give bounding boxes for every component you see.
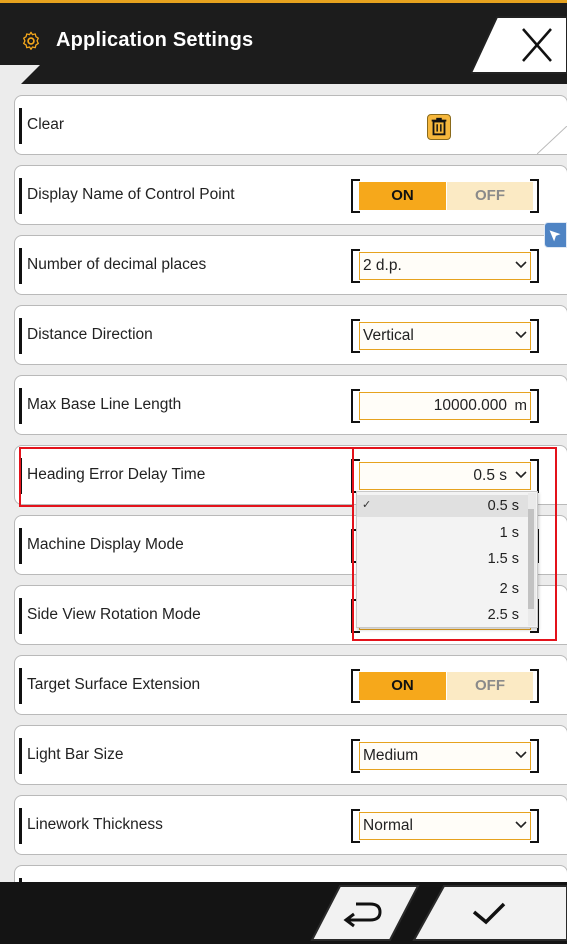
setting-label: Machine Display Mode — [27, 536, 184, 553]
setting-label: Number of decimal places — [27, 256, 207, 273]
settings-list: Clear Display Name of Control Point ON O… — [0, 84, 567, 882]
row-marker — [19, 178, 22, 214]
close-button[interactable] — [471, 11, 567, 77]
row-corner — [537, 126, 567, 154]
input-value: 10000.000 — [433, 397, 507, 414]
heading-error-select[interactable]: 0.5 s — [351, 459, 539, 493]
select-value: Vertical — [363, 327, 414, 344]
footer-bar — [0, 882, 567, 944]
row-marker — [19, 318, 22, 354]
setting-label: Light Bar Size — [27, 746, 124, 763]
toggle-on-button[interactable]: ON — [359, 672, 446, 700]
max-base-line-input[interactable]: 10000.000 m — [351, 389, 539, 423]
toggle-off-button[interactable]: OFF — [447, 672, 533, 700]
side-panel-handle[interactable] — [544, 222, 567, 248]
row-marker — [19, 808, 22, 844]
setting-row-clear: Clear — [14, 95, 567, 155]
heading-error-dropdown-list: ✓ 0.5 s 1 s 1.5 s 2 s 2.5 s — [356, 491, 538, 628]
setting-label: Heading Error Delay Time — [27, 466, 206, 483]
setting-row-partial — [14, 865, 567, 882]
display-name-toggle[interactable]: ON OFF — [351, 179, 539, 213]
setting-row-linework: Linework Thickness Normal — [14, 795, 567, 855]
dropdown-option[interactable]: 1 s — [357, 522, 529, 544]
dropdown-option[interactable]: 2 s — [357, 578, 529, 600]
distance-direction-select[interactable]: Vertical — [351, 319, 539, 353]
setting-row-distance-direction: Distance Direction Vertical — [14, 305, 567, 365]
page-title: Application Settings — [56, 29, 254, 51]
trash-icon — [431, 117, 447, 136]
chevron-down-icon — [515, 821, 527, 829]
dropdown-option[interactable]: ✓ 0.5 s — [357, 495, 529, 517]
chevron-down-icon — [515, 331, 527, 339]
row-marker — [19, 668, 22, 704]
dropdown-option[interactable]: 1.5 s — [357, 548, 529, 570]
row-marker — [19, 528, 22, 564]
navigation-icon — [549, 230, 561, 242]
setting-label: Side View Rotation Mode — [27, 606, 201, 623]
decimal-places-select[interactable]: 2 d.p. — [351, 249, 539, 283]
target-surface-toggle[interactable]: ON OFF — [351, 669, 539, 703]
light-bar-select[interactable]: Medium — [351, 739, 539, 773]
setting-label: Linework Thickness — [27, 816, 163, 833]
setting-row-max-base-line: Max Base Line Length 10000.000 m — [14, 375, 567, 435]
linework-select[interactable]: Normal — [351, 809, 539, 843]
setting-label: Clear — [27, 116, 65, 133]
setting-row-display-name: Display Name of Control Point ON OFF — [14, 165, 567, 225]
setting-row-target-surface: Target Surface Extension ON OFF — [14, 655, 567, 715]
trash-button[interactable] — [427, 114, 451, 140]
row-marker — [19, 738, 22, 774]
setting-label: Target Surface Extension — [27, 676, 201, 693]
select-value: Medium — [363, 747, 419, 764]
toggle-on-button[interactable]: ON — [359, 182, 446, 210]
row-marker — [19, 458, 22, 494]
setting-label: Max Base Line Length — [27, 396, 182, 413]
confirm-button[interactable] — [412, 884, 567, 942]
row-marker — [19, 248, 22, 284]
setting-row-decimal-places: Number of decimal places 2 d.p. — [14, 235, 567, 295]
chevron-down-icon — [515, 261, 527, 269]
dropdown-option[interactable]: 2.5 s — [357, 604, 529, 626]
select-value: 0.5 s — [473, 467, 507, 484]
gear-icon — [23, 31, 39, 50]
scrollbar-thumb[interactable] — [528, 509, 534, 609]
back-button[interactable] — [310, 884, 420, 942]
setting-label: Distance Direction — [27, 326, 153, 343]
dropdown-scrollbar[interactable] — [528, 493, 536, 626]
unit-label: m — [514, 397, 528, 414]
setting-row-light-bar: Light Bar Size Medium — [14, 725, 567, 785]
select-value: 2 d.p. — [363, 257, 402, 274]
select-value: Normal — [363, 817, 413, 834]
row-marker — [19, 388, 22, 424]
chevron-down-icon — [515, 471, 527, 479]
row-marker — [19, 598, 22, 634]
check-icon: ✓ — [362, 499, 372, 511]
app-header: Application Settings — [0, 0, 567, 87]
chevron-down-icon — [515, 751, 527, 759]
row-marker — [19, 108, 22, 144]
setting-label: Display Name of Control Point — [27, 186, 235, 203]
toggle-off-button[interactable]: OFF — [447, 182, 533, 210]
